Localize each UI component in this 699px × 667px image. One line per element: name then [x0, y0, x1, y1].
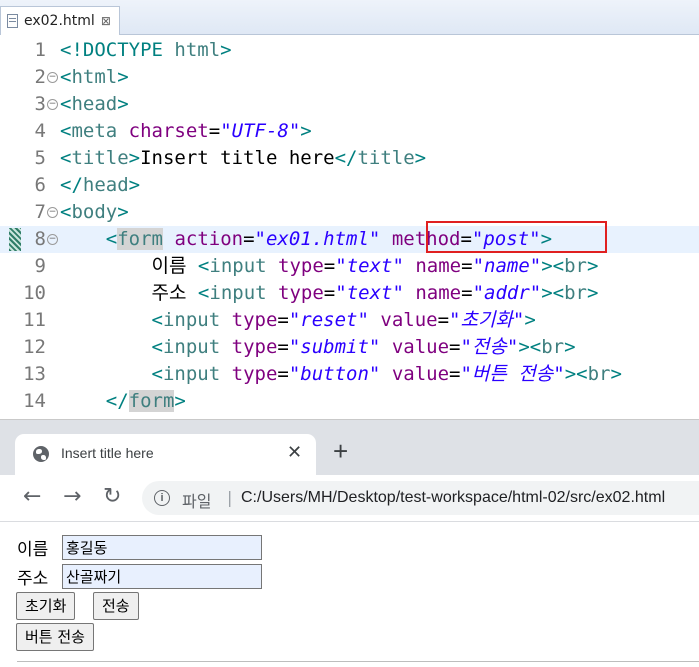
line-number: 3	[34, 93, 46, 115]
editor-tab-ex02[interactable]: ex02.html ⊠	[0, 6, 120, 35]
line-number: 2	[34, 66, 46, 88]
line-number: 8	[34, 228, 46, 250]
code-editor: ex02.html ⊠ 1 <!DOCTYPE html> 2− <html> 3− <h…	[0, 0, 699, 419]
code-line[interactable]: 4 <meta charset="UTF-8">	[0, 118, 699, 145]
html-file-icon	[7, 14, 18, 28]
url-text[interactable]: C:/Users/MH/Desktop/test-workspace/html-…	[241, 489, 665, 507]
editor-tab-label: ex02.html	[24, 13, 95, 29]
code-text: <input type="submit" value="전송"><br>	[151, 336, 576, 358]
fold-toggle-icon[interactable]: −	[47, 99, 58, 110]
code-line[interactable]: 11 <input type="reset" value="초기화">	[0, 307, 699, 334]
code-text: </form>	[105, 390, 186, 412]
fold-toggle-icon[interactable]: −	[47, 234, 58, 245]
editor-tab-close-icon[interactable]: ⊠	[101, 14, 111, 28]
browser-tab-strip: Insert title here ✕ +	[0, 420, 699, 475]
code-text: <html>	[60, 66, 129, 88]
code-text: <head>	[60, 93, 129, 115]
code-line[interactable]: 12 <input type="submit" value="전송"><br>	[0, 334, 699, 361]
code-text: 이름 <input type="text" name="name"><br>	[60, 255, 599, 277]
reload-icon[interactable]: ↻	[103, 484, 121, 510]
fold-toggle-icon[interactable]: −	[47, 72, 58, 83]
close-tab-icon[interactable]: ✕	[287, 442, 302, 463]
code-text: <meta charset="UTF-8">	[60, 120, 312, 142]
globe-icon	[33, 446, 49, 462]
browser-window: Insert title here ✕ + ← → ↻ i 파일 | C:/Us…	[0, 419, 699, 667]
code-line[interactable]: 14 </form>	[0, 388, 699, 415]
code-line[interactable]: 3− <head>	[0, 91, 699, 118]
file-scheme-label: 파일	[182, 492, 212, 511]
reset-button[interactable]: 초기화	[16, 592, 76, 620]
code-text: <body>	[60, 201, 129, 223]
addr-label: 주소	[17, 569, 49, 589]
name-input[interactable]	[62, 535, 262, 560]
code-line[interactable]: 9 이름 <input type="text" name="name"><br>	[0, 253, 699, 280]
forward-arrow-icon[interactable]: →	[63, 484, 81, 510]
browser-tab[interactable]: Insert title here ✕	[15, 434, 316, 475]
line-number: 13	[23, 363, 46, 385]
line-number: 10	[23, 282, 46, 304]
back-arrow-icon[interactable]: ←	[23, 484, 41, 510]
line-number: 9	[34, 255, 46, 277]
editor-tab-bar: ex02.html ⊠	[0, 0, 699, 35]
code-line[interactable]: 1 <!DOCTYPE html>	[0, 37, 699, 64]
code-text: </head>	[60, 174, 141, 196]
address-separator: |	[227, 488, 233, 507]
line-number: 7	[34, 201, 46, 223]
submit-button[interactable]: 전송	[93, 592, 139, 620]
code-line[interactable]: 13 <input type="button" value="버튼 전송"><b…	[0, 361, 699, 388]
line-number: 5	[34, 147, 46, 169]
name-label: 이름	[17, 540, 49, 560]
code-line[interactable]: 2− <html>	[0, 64, 699, 91]
code-text: <title>Insert title here</title>	[60, 147, 427, 169]
plain-button[interactable]: 버튼 전송	[16, 623, 94, 651]
code-line[interactable]: 10 주소 <input type="text" name="addr"><br…	[0, 280, 699, 307]
addr-input[interactable]	[62, 564, 262, 589]
page-divider	[17, 661, 699, 662]
method-highlight-box	[426, 221, 607, 253]
info-icon[interactable]: i	[154, 490, 170, 506]
code-text: <input type="button" value="버튼 전송"><br>	[151, 363, 622, 385]
line-number: 14	[23, 390, 46, 412]
line-number: 12	[23, 336, 46, 358]
page-content: 이름 주소 초기화 전송 버튼 전송	[0, 522, 699, 667]
code-text: <!DOCTYPE html>	[60, 39, 232, 61]
browser-tab-title: Insert title here	[61, 445, 154, 461]
fold-toggle-icon[interactable]: −	[47, 207, 58, 218]
code-text: <input type="reset" value="초기화">	[151, 309, 536, 331]
new-tab-button[interactable]: +	[333, 438, 348, 464]
line-number: 11	[23, 309, 46, 331]
line-number: 6	[34, 174, 46, 196]
code-text: 주소 <input type="text" name="addr"><br>	[60, 282, 599, 304]
browser-toolbar: ← → ↻ i 파일 | C:/Users/MH/Desktop/test-wo…	[0, 475, 699, 522]
line-number: 1	[34, 39, 46, 61]
code-line[interactable]: 6 </head>	[0, 172, 699, 199]
address-bar[interactable]: i 파일 | C:/Users/MH/Desktop/test-workspac…	[142, 481, 699, 515]
line-number: 4	[34, 120, 46, 142]
code-line[interactable]: 5 <title>Insert title here</title>	[0, 145, 699, 172]
